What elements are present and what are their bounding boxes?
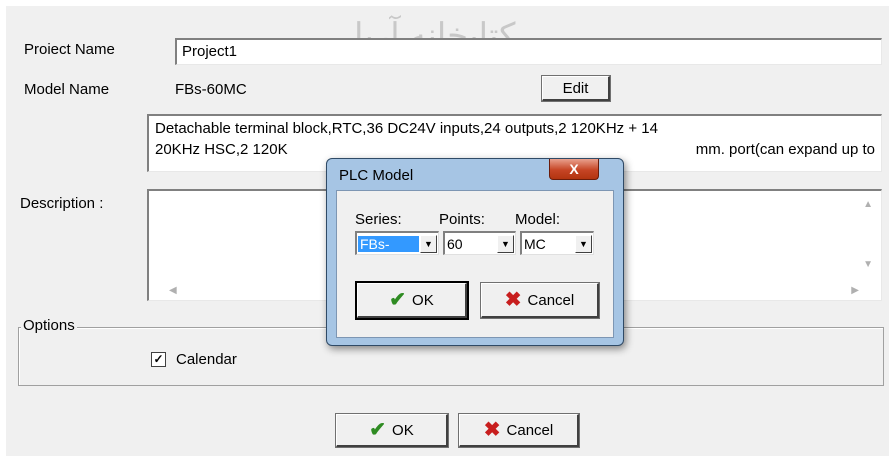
options-group-title: Options (21, 317, 77, 334)
model-name-label: Model Name (24, 81, 110, 98)
red-x-icon: ✖ (504, 289, 522, 311)
ok-label: OK (392, 421, 414, 439)
scroll-down-icon[interactable]: ▼ (863, 259, 873, 270)
plc-ok-label: OK (412, 291, 434, 309)
calendar-checkbox[interactable]: ✓ Calendar (151, 351, 237, 368)
model-label: Model: (515, 211, 561, 228)
model-select[interactable]: MC ▼ (520, 231, 594, 255)
points-select[interactable]: 60 ▼ (443, 231, 516, 255)
chevron-down-icon[interactable]: ▼ (575, 234, 592, 253)
edit-model-button[interactable]: Edit (541, 75, 611, 102)
plc-cancel-button[interactable]: ✖ Cancel (480, 282, 600, 319)
calendar-label: Calendar (176, 351, 237, 368)
chevron-down-icon[interactable]: ▼ (420, 234, 437, 253)
red-x-icon: ✖ (483, 419, 501, 441)
checkmark-icon: ✔ (369, 419, 387, 441)
project-name-input[interactable]: Project1 (175, 38, 882, 65)
ok-button[interactable]: ✔ OK (335, 413, 449, 448)
project-name-value: Project1 (182, 43, 238, 60)
plc-ok-button[interactable]: ✔ OK (355, 281, 469, 320)
model-value: MC (524, 235, 546, 252)
plc-model-title: PLC Model (339, 167, 414, 184)
series-value: FBs- (358, 235, 419, 252)
model-description-line1: Detachable terminal block,RTC,36 DC24V i… (155, 120, 658, 137)
plc-cancel-label: Cancel (527, 291, 575, 309)
series-select[interactable]: FBs- ▼ (355, 231, 439, 255)
edit-model-label: Edit (562, 79, 589, 97)
chevron-down-icon[interactable]: ▼ (497, 234, 514, 253)
project-name-label: Proiect Name (24, 41, 115, 58)
scroll-left-icon[interactable]: ◀ (169, 285, 177, 296)
checkmark-icon: ✔ (389, 289, 407, 311)
calendar-check-icon[interactable]: ✓ (151, 352, 166, 367)
points-label: Points: (439, 211, 485, 228)
cancel-button[interactable]: ✖ Cancel (458, 413, 580, 448)
series-label: Series: (355, 211, 402, 228)
model-name-value: FBs-60MC (175, 81, 247, 98)
scroll-right-icon[interactable]: ▶ (851, 285, 859, 296)
plc-model-body: Series: Points: Model: FBs- ▼ 60 ▼ MC ▼ … (336, 190, 614, 338)
plc-model-dialog: PLC Model X Series: Points: Model: FBs- … (326, 158, 624, 346)
model-description-line2: 20KHz HSC,2 120K (155, 141, 288, 158)
description-label: Description : (20, 195, 104, 212)
close-icon[interactable]: X (549, 159, 599, 180)
points-value: 60 (447, 235, 463, 252)
model-description-line2-tail: mm. port(can expand up to (695, 141, 875, 158)
cancel-label: Cancel (506, 421, 554, 439)
scroll-up-icon[interactable]: ▲ (863, 199, 873, 210)
